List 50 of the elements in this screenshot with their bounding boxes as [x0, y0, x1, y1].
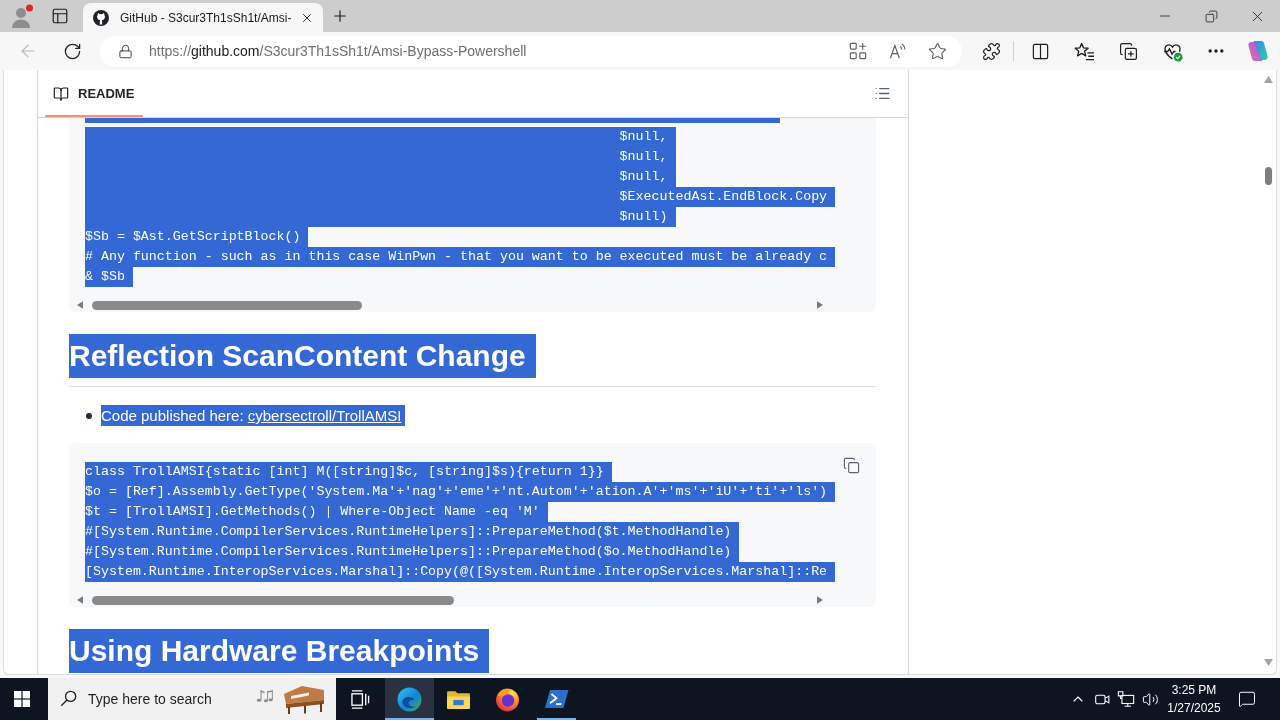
section-heading: Reflection ScanContent Change [69, 334, 536, 378]
list-icon[interactable] [874, 85, 891, 102]
letter-waves-icon[interactable] [889, 42, 907, 60]
browser-icon [397, 686, 422, 712]
address-bar[interactable]: https://github.com/S3cur3Th1sSh1t/Amsi-Bypass-Powershell [100, 35, 962, 67]
scrollbar-thumb[interactable] [1265, 167, 1272, 185]
lock-icon [118, 43, 133, 59]
taskbar-app-button[interactable] [385, 678, 434, 720]
terminal-icon [544, 689, 569, 709]
site-logo-icon [93, 9, 109, 26]
clock-time[interactable]: 3:25 PM [1171, 681, 1217, 699]
star-list-icon[interactable] [1073, 41, 1095, 61]
scroll-left-icon[interactable] [77, 596, 83, 604]
grid-plus-icon[interactable] [849, 42, 867, 60]
folder-icon [446, 688, 471, 710]
piano-icon [282, 683, 326, 715]
book-icon [53, 85, 69, 102]
puzzle-icon[interactable] [981, 41, 1001, 61]
bullet-icon [86, 412, 92, 419]
refresh-icon[interactable] [62, 41, 82, 61]
section-heading: Using Hardware Breakpoints [69, 629, 490, 673]
browser-icon [495, 686, 520, 712]
search-field[interactable]: Type here to search [48, 678, 336, 720]
star-icon[interactable] [928, 41, 947, 61]
scroll-right-icon[interactable] [817, 596, 823, 604]
restore-icon[interactable] [1204, 9, 1218, 23]
split-panel-icon[interactable] [1030, 41, 1050, 61]
copy-plus-icon[interactable] [1118, 41, 1138, 61]
panel-layout-icon[interactable] [51, 7, 69, 25]
scroll-right-icon[interactable] [817, 301, 823, 309]
scrollbar-thumb[interactable] [92, 595, 454, 605]
browser-tab[interactable]: GitHub - S3cur3Th1sSh1t/Amsi- [83, 3, 323, 32]
network-icon[interactable] [1117, 690, 1135, 708]
ribbon-logo-icon[interactable] [1246, 39, 1270, 63]
list-item-text: Code published here: cybersectroll/TrollAMSI [101, 405, 406, 426]
new-tab-icon[interactable] [331, 7, 349, 25]
task-view-icon [351, 689, 370, 709]
profile-icon[interactable] [10, 4, 34, 28]
scroll-left-icon[interactable] [77, 301, 83, 309]
clock-date[interactable]: 1/27/2025 [1167, 699, 1221, 717]
copy-icon[interactable] [843, 457, 860, 474]
readme-tab[interactable]: README [45, 70, 144, 117]
search-icon [60, 690, 77, 707]
scrollbar-thumb[interactable] [92, 300, 362, 310]
volume-icon[interactable] [1141, 690, 1159, 708]
link[interactable]: cybersectroll/TrollAMSI [247, 407, 402, 424]
start-icon[interactable] [14, 691, 30, 707]
notification-icon[interactable] [1238, 690, 1256, 708]
music-notes-icon [256, 688, 273, 704]
url-text: https://github.com/S3cur3Th1sSh1t/Amsi-Bypass-Powershell [149, 41, 528, 61]
